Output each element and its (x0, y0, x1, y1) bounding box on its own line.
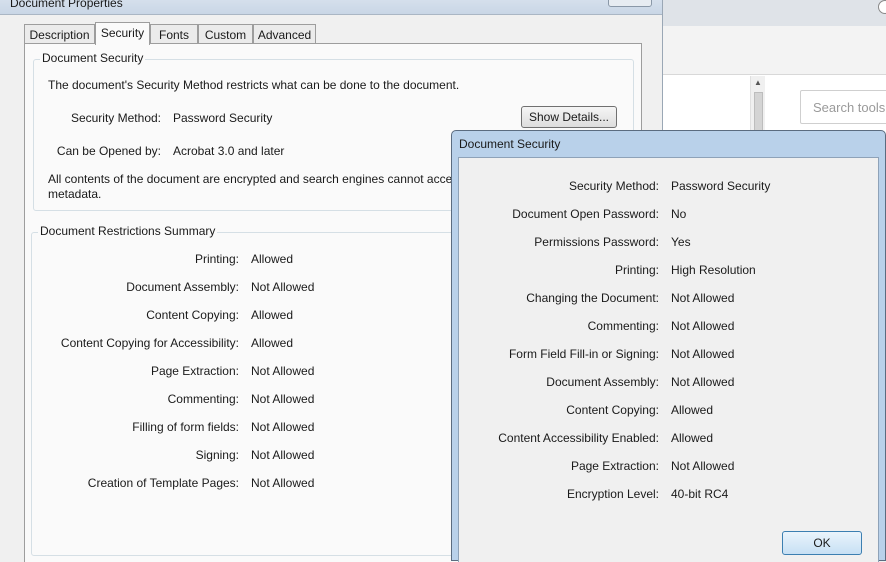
group-legend: Document Restrictions Summary (38, 224, 218, 238)
security-detail-label: Form Field Fill-in or Signing: (508, 347, 659, 361)
opened-by-value: Acrobat 3.0 and later (173, 144, 285, 158)
security-detail-label: Document Open Password: (512, 207, 659, 221)
restriction-label: Document Assembly: (126, 280, 239, 294)
restriction-label: Page Extraction: (150, 364, 239, 378)
search-tools-input[interactable]: Search tools (800, 90, 886, 124)
security-detail-value: Password Security (671, 179, 771, 193)
security-detail-value: Allowed (671, 403, 714, 417)
restriction-value: Allowed (251, 308, 294, 322)
close-button[interactable] (608, 0, 652, 7)
restriction-label: Signing: (195, 448, 239, 462)
opened-by-label: Can be Opened by: (56, 144, 161, 158)
security-detail-value: 40-bit RC4 (671, 487, 729, 501)
security-detail-value: Not Allowed (671, 319, 735, 333)
background-scrollbar[interactable]: ▲ (750, 76, 765, 136)
restriction-value: Allowed (251, 252, 294, 266)
restriction-value: Allowed (251, 336, 294, 350)
security-detail-label: Commenting: (587, 319, 659, 333)
background-app-toolbar (660, 26, 886, 75)
security-detail-value: Allowed (671, 431, 714, 445)
restriction-value: Not Allowed (251, 392, 315, 406)
background-app-titlebar (660, 0, 886, 26)
security-method-value: Password Security (173, 111, 273, 125)
document-security-dialog: Document Security Security Method: Passw… (451, 130, 886, 562)
security-detail-label: Permissions Password: (534, 235, 659, 249)
restriction-label: Filling of form fields: (132, 420, 239, 434)
restriction-label: Content Copying for Accessibility: (60, 336, 239, 350)
tab-security[interactable]: Security (95, 22, 150, 45)
document-properties-titlebar: Document Properties (0, 0, 662, 15)
restriction-label: Creation of Template Pages: (87, 476, 239, 490)
encryption-note: All contents of the document are encrypt… (48, 172, 459, 186)
restriction-label: Commenting: (167, 392, 239, 406)
security-detail-value: No (671, 207, 687, 221)
ok-button[interactable]: OK (782, 531, 862, 555)
scrollbar-thumb[interactable] (754, 92, 763, 134)
security-detail-label: Content Accessibility Enabled: (498, 431, 659, 445)
security-detail-value: High Resolution (671, 263, 756, 277)
security-detail-value: Yes (671, 235, 691, 249)
security-detail-label: Encryption Level: (566, 487, 659, 501)
security-detail-value: Not Allowed (671, 347, 735, 361)
group-legend: Document Security (40, 51, 146, 65)
window-control-icon[interactable] (878, 0, 886, 14)
dialog-title: Document Security (459, 137, 561, 151)
tab-advanced[interactable]: Advanced (253, 24, 316, 44)
restriction-value: Not Allowed (251, 364, 315, 378)
security-detail-value: Not Allowed (671, 375, 735, 389)
scroll-up-arrow-icon[interactable]: ▲ (754, 78, 762, 87)
restriction-label: Printing: (194, 252, 239, 266)
restriction-value: Not Allowed (251, 280, 315, 294)
tab-custom[interactable]: Custom (198, 24, 253, 44)
encryption-note-continued: metadata. (48, 187, 102, 201)
restriction-value: Not Allowed (251, 420, 315, 434)
tab-fonts[interactable]: Fonts (150, 24, 198, 44)
security-detail-value: Not Allowed (671, 291, 735, 305)
restriction-label: Content Copying: (146, 308, 239, 322)
document-security-body: Security Method: Password Security Docum… (458, 157, 879, 562)
security-detail-value: Not Allowed (671, 459, 735, 473)
show-details-button[interactable]: Show Details... (521, 106, 617, 128)
security-detail-label: Content Copying: (566, 403, 659, 417)
dialog-title: Document Properties (10, 0, 123, 10)
restriction-value: Not Allowed (251, 448, 315, 462)
security-detail-label: Page Extraction: (570, 459, 659, 473)
restrictions-summary-group: Document Restrictions Summary Printing: … (31, 224, 463, 556)
security-method-label: Security Method: (70, 111, 161, 125)
security-detail-label: Security Method: (568, 179, 659, 193)
security-detail-label: Changing the Document: (526, 291, 659, 305)
tab-description[interactable]: Description (24, 24, 95, 44)
security-detail-label: Printing: (614, 263, 659, 277)
security-detail-label: Document Assembly: (546, 375, 659, 389)
restriction-value: Not Allowed (251, 476, 315, 490)
security-intro-text: The document's Security Method restricts… (48, 78, 460, 92)
